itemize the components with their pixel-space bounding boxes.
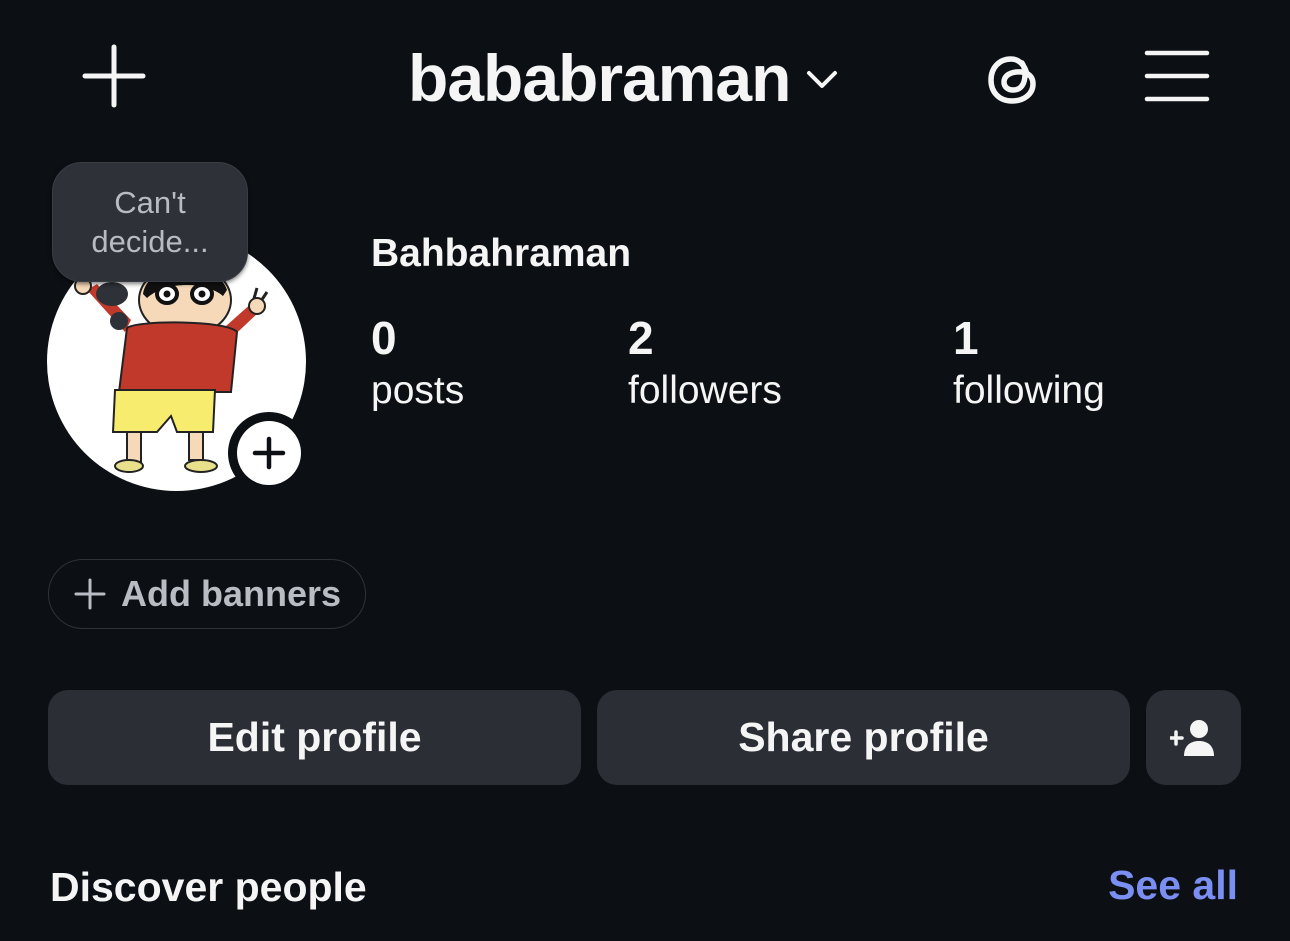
share-profile-button[interactable]: Share profile: [597, 690, 1130, 785]
stat-label: following: [953, 369, 1105, 412]
add-story-button[interactable]: [228, 412, 310, 494]
stat-label: posts: [371, 369, 465, 412]
plus-icon: [252, 436, 286, 470]
discover-people-button[interactable]: [1146, 690, 1241, 785]
stat-posts[interactable]: 0 posts: [371, 312, 464, 418]
chevron-down-icon: [807, 71, 838, 88]
menu-button[interactable]: [1144, 48, 1210, 104]
stat-value: 1: [953, 312, 979, 364]
note-bubble-tail: [110, 312, 128, 330]
hamburger-menu-icon: [1144, 50, 1210, 102]
add-person-icon: [1169, 719, 1214, 756]
note-bubble[interactable]: Can't decide...: [52, 162, 248, 282]
username: bababraman: [408, 41, 791, 115]
stat-followers[interactable]: 2 followers: [628, 312, 782, 418]
add-story-badge: [237, 421, 301, 485]
discover-people-heading: Discover people: [50, 864, 367, 910]
stat-label: followers: [628, 369, 782, 412]
note-bubble-tail: [96, 282, 128, 306]
see-all-link[interactable]: See all: [1108, 862, 1238, 909]
edit-profile-button[interactable]: Edit profile: [48, 690, 581, 785]
add-banners-label: Add banners: [121, 573, 342, 614]
note-text: Can't decide...: [91, 185, 209, 259]
plus-icon: [82, 44, 146, 108]
stat-value: 2: [628, 312, 654, 364]
plus-icon: [74, 578, 106, 610]
add-banners-button[interactable]: Add banners: [48, 559, 366, 629]
stat-value: 0: [371, 312, 397, 364]
threads-button[interactable]: [978, 44, 1048, 114]
stat-following[interactable]: 1 following: [953, 312, 1105, 418]
full-name: Bahbahraman: [371, 232, 632, 275]
account-switcher[interactable]: bababraman: [408, 38, 840, 118]
profile-page: bababraman Can't decide... Bahbahraman 0…: [0, 0, 1290, 941]
create-button[interactable]: [80, 42, 148, 110]
threads-icon: [988, 56, 1036, 104]
